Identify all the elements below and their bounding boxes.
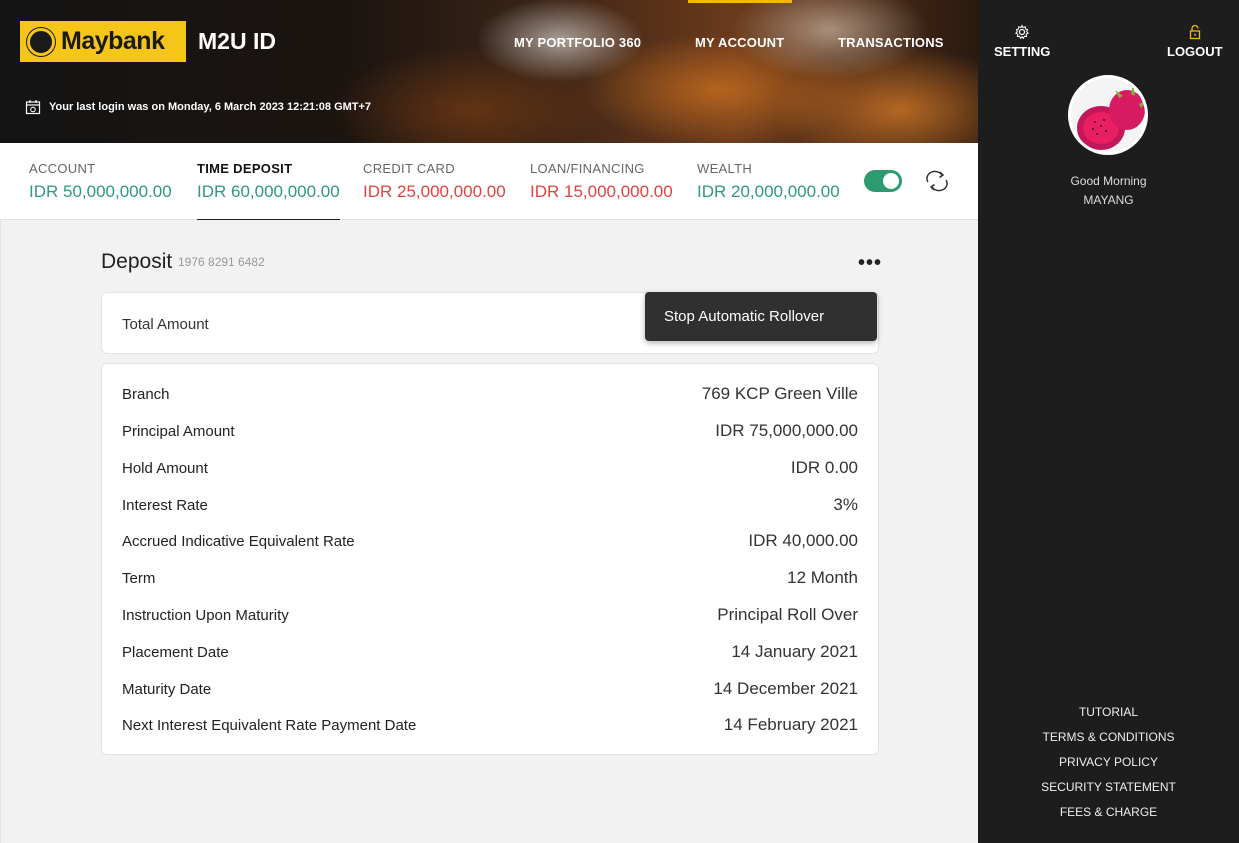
detail-row: Interest Rate 3% (122, 495, 858, 534)
detail-row: Principal Amount IDR 75,000,000.00 (122, 421, 858, 460)
detail-value: IDR 75,000,000.00 (715, 421, 858, 440)
tab-account[interactable]: ACCOUNT IDR 50,000,000.00 (29, 161, 172, 202)
tab-value: IDR 15,000,000.00 (530, 182, 673, 201)
detail-label: Next Interest Equivalent Rate Payment Da… (122, 717, 417, 734)
detail-value: IDR 40,000.00 (748, 531, 858, 550)
active-nav-indicator (688, 0, 792, 3)
deposit-title: Deposit (101, 250, 173, 273)
avatar[interactable] (1068, 75, 1148, 155)
nav-my-account[interactable]: MY ACCOUNT (695, 35, 784, 50)
maybank-logo[interactable]: Maybank (20, 21, 186, 62)
detail-value: 14 December 2021 (713, 679, 858, 698)
tab-label: CREDIT CARD (363, 161, 455, 176)
detail-label: Term (122, 570, 156, 587)
detail-label: Instruction Upon Maturity (122, 607, 289, 624)
tab-label: LOAN/FINANCING (530, 161, 645, 176)
greeting: Good Morning MAYANG (978, 172, 1239, 210)
stop-automatic-rollover-menu-item[interactable]: Stop Automatic Rollover (645, 292, 877, 341)
setting-button[interactable]: SETTING (994, 24, 1050, 59)
tab-label: WEALTH (697, 161, 753, 176)
tab-value: IDR 60,000,000.00 (197, 182, 340, 201)
detail-row: Term 12 Month (122, 568, 858, 607)
portfolio-summary-tabs: ACCOUNT IDR 50,000,000.00 TIME DEPOSIT I… (0, 143, 978, 221)
visibility-toggle[interactable] (864, 170, 902, 192)
total-amount-label: Total Amount (122, 316, 209, 333)
detail-label: Maturity Date (122, 681, 212, 698)
detail-row: Instruction Upon Maturity Principal Roll… (122, 605, 858, 644)
tab-wealth[interactable]: WEALTH IDR 20,000,000.00 (697, 161, 840, 202)
detail-row: Maturity Date 14 December 2021 (122, 679, 858, 718)
last-login-info: Your last login was on Monday, 6 March 2… (25, 99, 371, 115)
refresh-icon[interactable] (924, 170, 950, 192)
last-login-text: Your last login was on Monday, 6 March 2… (49, 101, 372, 113)
detail-row: Placement Date 14 January 2021 (122, 642, 858, 681)
link-security-statement[interactable]: SECURITY STATEMENT (978, 778, 1239, 803)
brand-name: Maybank (61, 27, 165, 55)
app-name: M2U ID (198, 28, 276, 54)
tab-time-deposit[interactable]: TIME DEPOSIT IDR 60,000,000.00 (197, 161, 340, 221)
tab-label: TIME DEPOSIT (197, 161, 293, 176)
user-name: MAYANG (1083, 193, 1134, 207)
detail-value: 12 Month (787, 568, 858, 587)
tab-value: IDR 50,000,000.00 (29, 182, 172, 201)
gear-icon (1015, 24, 1030, 40)
tab-credit-card[interactable]: CREDIT CARD IDR 25,000,000.00 (363, 161, 506, 202)
tab-loan-financing[interactable]: LOAN/FINANCING IDR 15,000,000.00 (530, 161, 673, 202)
link-terms-conditions[interactable]: TERMS & CONDITIONS (978, 728, 1239, 753)
link-fees-charge[interactable]: FEES & CHARGE (978, 803, 1239, 828)
calendar-icon (25, 100, 41, 115)
detail-value: 3% (833, 495, 858, 514)
right-sidebar: SETTING LOGOUT Good Morning MAYANG TUTOR… (978, 0, 1239, 843)
link-privacy-policy[interactable]: PRIVACY POLICY (978, 753, 1239, 778)
greeting-text: Good Morning (1070, 174, 1147, 188)
lock-icon (1189, 24, 1200, 40)
tab-value: IDR 20,000,000.00 (697, 182, 840, 201)
nav-transactions[interactable]: TRANSACTIONS (838, 35, 944, 50)
logout-button[interactable]: LOGOUT (1167, 24, 1223, 59)
detail-value: 14 January 2021 (731, 642, 858, 661)
tab-label: ACCOUNT (29, 161, 96, 176)
detail-row: Accrued Indicative Equivalent Rate IDR 4… (122, 531, 858, 570)
logout-label: LOGOUT (1167, 44, 1223, 59)
deposit-details-card: Branch 769 KCP Green Ville Principal Amo… (101, 363, 879, 755)
more-options-button[interactable]: ••• (858, 252, 882, 275)
header-banner: Maybank M2U ID MY PORTFOLIO 360 MY ACCOU… (0, 0, 978, 143)
detail-label: Hold Amount (122, 460, 208, 477)
detail-label: Interest Rate (122, 497, 208, 514)
dragon-fruit-photo (1071, 78, 1145, 152)
maybank-emblem-icon (26, 26, 56, 57)
detail-value: IDR 0.00 (790, 458, 858, 477)
footer-links: TUTORIAL TERMS & CONDITIONS PRIVACY POLI… (978, 703, 1239, 828)
detail-value: 14 February 2021 (723, 715, 858, 734)
deposit-account-number: 1976 8291 6482 (178, 255, 265, 269)
nav-my-portfolio-360[interactable]: MY PORTFOLIO 360 (514, 35, 641, 50)
detail-label: Branch (122, 386, 170, 403)
detail-label: Accrued Indicative Equivalent Rate (122, 533, 355, 550)
tab-value: IDR 25,000,000.00 (363, 182, 506, 201)
setting-label: SETTING (994, 44, 1051, 59)
detail-value: Principal Roll Over (717, 605, 858, 624)
detail-label: Principal Amount (122, 423, 235, 440)
detail-row: Hold Amount IDR 0.00 (122, 458, 858, 497)
detail-row: Next Interest Equivalent Rate Payment Da… (122, 715, 858, 754)
detail-row: Branch 769 KCP Green Ville (122, 384, 858, 423)
detail-value: 769 KCP Green Ville (701, 384, 858, 403)
detail-label: Placement Date (122, 644, 229, 661)
link-tutorial[interactable]: TUTORIAL (978, 703, 1239, 728)
